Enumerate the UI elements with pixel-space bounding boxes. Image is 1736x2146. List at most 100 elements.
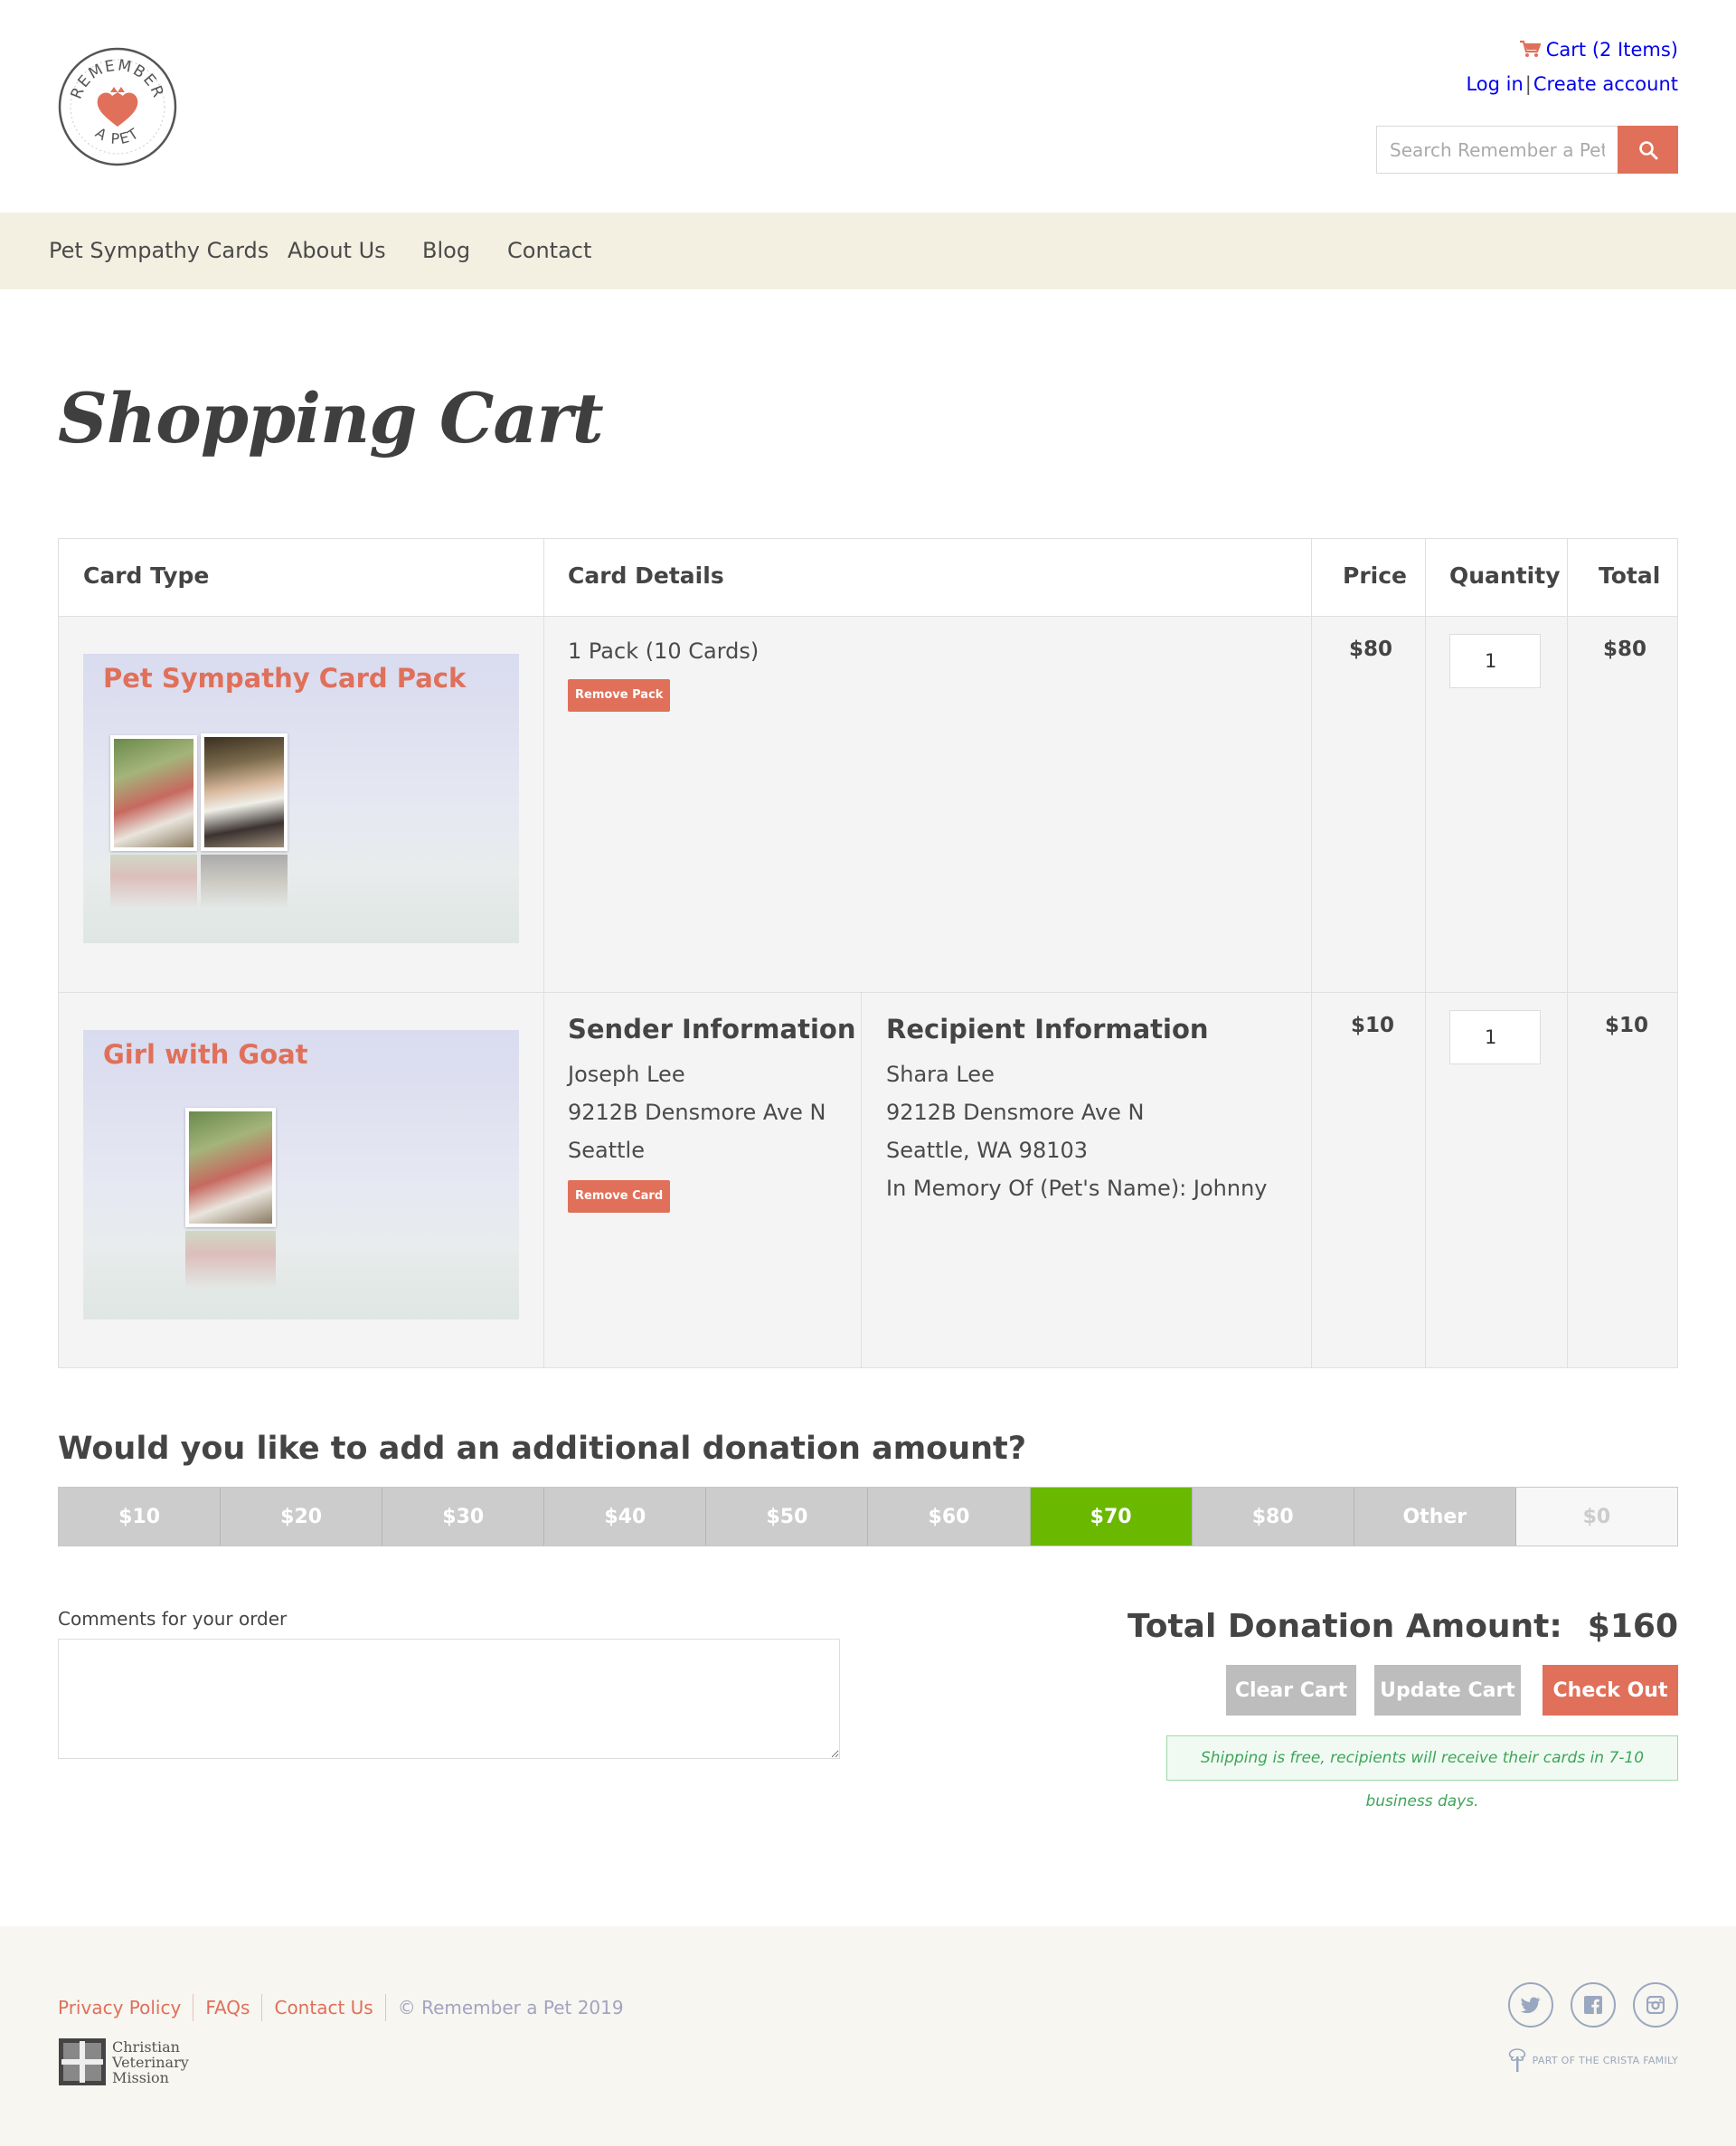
column-header-card-details: Card Details [568,562,724,589]
comments-label: Comments for your order [58,1608,288,1630]
main-nav: Pet Sympathy Cards About Us Blog Contact [0,213,1736,289]
svg-text:A PET: A PET [92,124,143,147]
search-button[interactable] [1618,126,1678,174]
donation-option-40[interactable]: $40 [544,1488,707,1546]
remember-a-pet-logo-icon: REMEMBER A PET [58,47,177,166]
facebook-icon [1584,1996,1602,2014]
card-total: $10 [1605,1014,1649,1037]
pack-price: $80 [1349,638,1393,661]
column-header-card-type: Card Type [83,562,210,589]
footer-link-privacy-policy[interactable]: Privacy Policy [58,1997,181,2018]
total-donation: Total Donation Amount: $160 [1127,1608,1678,1645]
footer-link-contact-us[interactable]: Contact Us [274,1997,373,2018]
christian-veterinary-mission-logo[interactable]: Christian Veterinary Mission [58,2037,189,2086]
donation-option-30[interactable]: $30 [382,1488,545,1546]
column-header-quantity: Quantity [1449,562,1561,589]
donation-option-50[interactable]: $50 [706,1488,869,1546]
recipient-information-heading: Recipient Information [886,1014,1209,1045]
search-form [1376,126,1678,174]
cvm-text-line: Christian [112,2037,180,2056]
row-divider [59,992,1677,993]
site-logo[interactable]: REMEMBER A PET [56,45,179,168]
card-photo-girl-with-goat [110,735,197,851]
cart-link-label: Cart (2 Items) [1545,39,1678,61]
cart-link[interactable]: Cart (2 Items) [1519,39,1678,61]
card-pack-title: Pet Sympathy Card Pack [103,663,467,694]
card-price: $10 [1351,1014,1395,1037]
card-photo-reflection [201,855,288,909]
instagram-link[interactable] [1633,1982,1678,2028]
nav-item-about-us[interactable]: About Us [288,213,386,289]
pack-total: $80 [1603,638,1647,661]
search-input[interactable] [1376,126,1618,174]
total-donation-label: Total Donation Amount: [1127,1608,1562,1645]
facebook-link[interactable] [1571,1982,1616,2028]
sender-city: Seattle [568,1138,645,1163]
nav-item-blog[interactable]: Blog [422,213,470,289]
column-header-total: Total [1599,562,1661,589]
sender-name: Joseph Lee [568,1062,685,1087]
card-quantity-input[interactable] [1449,1010,1541,1064]
pack-quantity-input[interactable] [1449,634,1541,688]
pack-details: 1 Pack (10 Cards) [568,638,760,664]
column-divider [543,539,544,1367]
header-divider [59,616,1677,617]
donation-option-0[interactable]: $0 [1515,1488,1677,1546]
donation-option-60[interactable]: $60 [868,1488,1031,1546]
footer-links: Privacy Policy FAQs Contact Us © Remembe… [58,1994,624,2021]
footer-divider [261,1994,263,2021]
column-header-price: Price [1343,562,1407,589]
cvm-text-line: Veterinary [112,2053,189,2071]
column-divider [1425,539,1426,1367]
create-account-link[interactable]: Create account [1533,73,1678,95]
cart-icon [1519,40,1541,57]
card-photo-reflection [185,1231,276,1289]
cart-table: Card Type Card Details Price Quantity To… [58,538,1678,1368]
nav-item-pet-sympathy-cards[interactable]: Pet Sympathy Cards [49,213,269,289]
card-photo-girl-with-cat [201,733,288,851]
nav-item-contact[interactable]: Contact [507,213,591,289]
remove-card-button[interactable]: Remove Card [568,1180,671,1213]
card-photo-reflection [110,855,197,909]
recipient-name: Shara Lee [886,1062,995,1087]
donation-question: Would you like to add an additional dona… [58,1431,1027,1467]
account-links: Cart (2 Items) Log in|Create account [1466,33,1678,101]
update-cart-button[interactable]: Update Cart [1374,1665,1521,1716]
sender-address: 9212B Densmore Ave N [568,1100,826,1125]
card-pack-thumbnail[interactable]: Pet Sympathy Card Pack [83,654,519,943]
check-out-button[interactable]: Check Out [1543,1665,1678,1716]
clear-cart-button[interactable]: Clear Cart [1226,1665,1356,1716]
donation-option-70[interactable]: $70 [1030,1488,1193,1546]
login-link[interactable]: Log in [1466,73,1523,95]
crista-tree-icon [1508,2048,1525,2072]
crista-family-link[interactable]: PART OF THE CRISTA FAMILY [1505,2047,1678,2073]
site-header: REMEMBER A PET Cart (2 Items) Log in|Cre… [0,0,1736,213]
sender-information-heading: Sender Information [568,1014,856,1045]
donation-option-20[interactable]: $20 [221,1488,383,1546]
recipient-address: 9212B Densmore Ave N [886,1100,1145,1125]
column-divider [1311,539,1312,1367]
cvm-emblem-icon [59,2038,106,2085]
card-photo-girl-with-goat [185,1108,276,1227]
footer-divider [384,1994,386,2021]
search-icon [1638,140,1657,159]
footer-link-faqs[interactable]: FAQs [205,1997,250,2018]
card-girl-with-goat-title: Girl with Goat [103,1039,308,1070]
donation-option-other[interactable]: Other [1354,1488,1516,1546]
copyright: © Remember a Pet 2019 [397,1997,624,2018]
site-footer: Privacy Policy FAQs Contact Us © Remembe… [0,1926,1736,2146]
comments-textarea[interactable] [58,1639,840,1759]
donation-option-80[interactable]: $80 [1192,1488,1354,1546]
column-divider [1567,539,1568,1367]
recipient-pet-memory: In Memory Of (Pet's Name): Johnny [886,1176,1268,1201]
instagram-icon [1646,1996,1665,2014]
donation-option-10[interactable]: $10 [59,1488,222,1546]
donation-options: $10 $20 $30 $40 $50 $60 $70 $80 Other $0 [58,1487,1678,1546]
twitter-link[interactable] [1508,1982,1553,2028]
cvm-text-line: Mission [112,2068,169,2086]
card-girl-with-goat-thumbnail[interactable]: Girl with Goat [83,1030,519,1319]
twitter-icon [1521,1997,1541,2013]
remove-pack-button[interactable]: Remove Pack [568,679,671,712]
crista-family-label: PART OF THE CRISTA FAMILY [1532,2054,1678,2066]
shipping-note: Shipping is free, recipients will receiv… [1166,1735,1678,1810]
